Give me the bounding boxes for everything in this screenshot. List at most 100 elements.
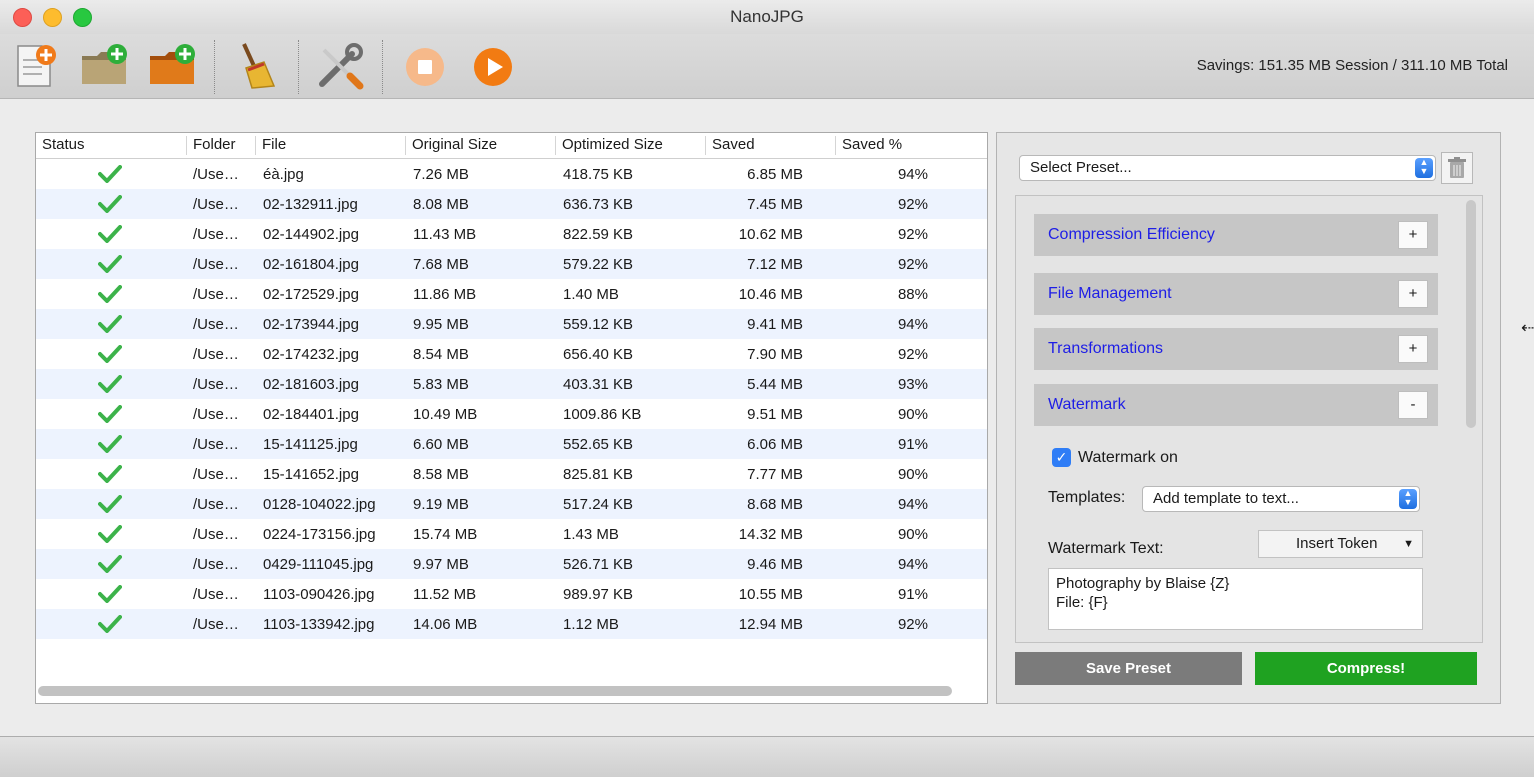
add-folder-button[interactable] bbox=[79, 40, 131, 92]
expand-button[interactable]: + bbox=[1398, 280, 1428, 308]
folder-cell: /Use… bbox=[193, 556, 239, 573]
saved-cell: 8.68 MB bbox=[747, 496, 803, 513]
table-row[interactable]: /Use… 0429-111045.jpg 9.97 MB 526.71 KB 9.46… bbox=[36, 549, 987, 579]
column-original-size[interactable]: Original Size bbox=[412, 136, 497, 153]
saved-cell: 7.12 MB bbox=[747, 256, 803, 273]
column-optimized-size[interactable]: Optimized Size bbox=[562, 136, 663, 153]
saved-percent-cell: 92% bbox=[897, 196, 928, 213]
minimize-window-button[interactable] bbox=[43, 8, 62, 27]
section-file-management[interactable]: File Management + bbox=[1034, 273, 1438, 315]
broom-icon bbox=[242, 43, 276, 89]
table-row[interactable]: /Use… 02-144902.jpg 11.43 MB 822.59 KB 10.62… bbox=[36, 219, 987, 249]
table-row[interactable]: /Use… 15-141652.jpg 8.58 MB 825.81 KB 7.77 M… bbox=[36, 459, 987, 489]
original-size-cell: 10.49 MB bbox=[413, 406, 478, 423]
table-row[interactable]: /Use… 02-181603.jpg 5.83 MB 403.31 KB 5.44 M… bbox=[36, 369, 987, 399]
file-cell: 02-174232.jpg bbox=[263, 346, 359, 363]
delete-preset-button[interactable] bbox=[1441, 152, 1473, 184]
column-saved[interactable]: Saved bbox=[712, 136, 755, 153]
table-row[interactable]: /Use… 02-173944.jpg 9.95 MB 559.12 KB 9.41 M… bbox=[36, 309, 987, 339]
horizontal-scrollbar[interactable] bbox=[38, 686, 952, 696]
select-arrows-icon: ▲ ▼ bbox=[1399, 489, 1417, 509]
table-row[interactable]: /Use… éà.jpg 7.26 MB 418.75 KB 6.85 MB 94% bbox=[36, 159, 987, 189]
watermark-text-area[interactable]: Photography by Blaise {Z} File: {F} bbox=[1048, 568, 1423, 630]
file-cell: 1103-090426.jpg bbox=[263, 586, 375, 603]
add-files-button[interactable] bbox=[12, 40, 64, 92]
table-row[interactable]: /Use… 02-132911.jpg 8.08 MB 636.73 KB 7.45 M… bbox=[36, 189, 987, 219]
table-row[interactable]: /Use… 02-184401.jpg 10.49 MB 1009.86 KB 9.51… bbox=[36, 399, 987, 429]
file-cell: 02-184401.jpg bbox=[263, 406, 359, 423]
file-cell: 15-141125.jpg bbox=[263, 436, 358, 453]
column-folder[interactable]: Folder bbox=[193, 136, 236, 153]
close-window-button[interactable] bbox=[13, 8, 32, 27]
table-row[interactable]: /Use… 0224-173156.jpg 15.74 MB 1.43 MB 14.32… bbox=[36, 519, 987, 549]
zoom-window-button[interactable] bbox=[73, 8, 92, 27]
file-table[interactable]: Status Folder File Original Size Optimiz… bbox=[35, 132, 988, 704]
file-cell: 1103-133942.jpg bbox=[263, 616, 375, 633]
section-title[interactable]: File Management bbox=[1048, 285, 1172, 303]
resize-cursor-icon: ⇠ bbox=[1521, 320, 1534, 337]
saved-cell: 10.55 MB bbox=[738, 586, 803, 603]
saved-cell: 9.41 MB bbox=[747, 316, 803, 333]
clear-list-button[interactable] bbox=[230, 40, 282, 92]
insert-token-button[interactable]: Insert Token ▼ bbox=[1258, 530, 1423, 558]
table-row[interactable]: /Use… 02-174232.jpg 8.54 MB 656.40 KB 7.90 M… bbox=[36, 339, 987, 369]
chevron-down-icon: ▼ bbox=[1403, 538, 1414, 550]
trash-icon bbox=[1448, 157, 1466, 178]
expand-button[interactable]: + bbox=[1398, 221, 1428, 249]
original-size-cell: 11.86 MB bbox=[413, 286, 477, 303]
templates-select-value: Add template to text... bbox=[1153, 490, 1299, 507]
settings-button[interactable] bbox=[314, 40, 366, 92]
add-folder-recursive-button[interactable] bbox=[147, 40, 199, 92]
preset-select[interactable]: Select Preset... ▲ ▼ bbox=[1019, 155, 1436, 181]
saved-percent-cell: 94% bbox=[897, 556, 928, 573]
optimized-size-cell: 403.31 KB bbox=[563, 376, 634, 393]
table-row[interactable]: /Use… 15-141125.jpg 6.60 MB 552.65 KB 6.06 M… bbox=[36, 429, 987, 459]
watermark-on-label[interactable]: Watermark on bbox=[1078, 449, 1178, 467]
saved-percent-cell: 92% bbox=[897, 226, 928, 243]
saved-percent-cell: 92% bbox=[897, 616, 928, 633]
folder-cell: /Use… bbox=[193, 406, 239, 423]
vertical-scrollbar[interactable] bbox=[1466, 200, 1476, 428]
start-button[interactable] bbox=[467, 40, 519, 92]
expand-button[interactable]: + bbox=[1398, 335, 1428, 363]
optimized-size-cell: 656.40 KB bbox=[563, 346, 634, 363]
section-compression-efficiency[interactable]: Compression Efficiency + bbox=[1034, 214, 1438, 256]
table-row[interactable]: /Use… 02-161804.jpg 7.68 MB 579.22 KB 7.12 M… bbox=[36, 249, 987, 279]
column-status[interactable]: Status bbox=[42, 136, 85, 153]
column-saved-percent[interactable]: Saved % bbox=[842, 136, 902, 153]
watermark-on-checkbox[interactable]: ✓ bbox=[1052, 448, 1071, 467]
add-folder-icon bbox=[82, 44, 127, 84]
toolbar: Savings: 151.35 MB Session / 311.10 MB T… bbox=[0, 34, 1534, 99]
column-file[interactable]: File bbox=[262, 136, 286, 153]
section-transformations[interactable]: Transformations + bbox=[1034, 328, 1438, 370]
section-title[interactable]: Compression Efficiency bbox=[1048, 226, 1215, 244]
section-title[interactable]: Watermark bbox=[1048, 396, 1126, 414]
check-icon bbox=[98, 555, 122, 573]
optimized-size-cell: 517.24 KB bbox=[563, 496, 634, 513]
title-bar: NanoJPG bbox=[0, 0, 1534, 34]
table-row[interactable]: /Use… 1103-133942.jpg 14.06 MB 1.12 MB 12.94… bbox=[36, 609, 987, 639]
section-watermark[interactable]: Watermark - bbox=[1034, 384, 1438, 426]
table-header: Status Folder File Original Size Optimiz… bbox=[36, 133, 987, 159]
check-icon bbox=[98, 195, 122, 213]
save-preset-button[interactable]: Save Preset bbox=[1015, 652, 1242, 685]
table-body: /Use… éà.jpg 7.26 MB 418.75 KB 6.85 MB 94%/Us… bbox=[36, 159, 987, 639]
table-row[interactable]: /Use… 1103-090426.jpg 11.52 MB 989.97 KB 10.… bbox=[36, 579, 987, 609]
templates-select[interactable]: Add template to text... ▲ ▼ bbox=[1142, 486, 1420, 512]
check-icon bbox=[98, 165, 122, 183]
original-size-cell: 6.60 MB bbox=[413, 436, 469, 453]
saved-percent-cell: 91% bbox=[897, 586, 928, 603]
settings-scroll-area[interactable]: Compression Efficiency + File Management… bbox=[1015, 195, 1483, 643]
section-title[interactable]: Transformations bbox=[1048, 340, 1163, 358]
collapse-button[interactable]: - bbox=[1398, 391, 1428, 419]
saved-percent-cell: 94% bbox=[897, 496, 928, 513]
stop-button[interactable] bbox=[399, 40, 451, 92]
add-folder-orange-icon bbox=[150, 44, 195, 84]
compress-button[interactable]: Compress! bbox=[1255, 652, 1477, 685]
table-row[interactable]: /Use… 0128-104022.jpg 9.19 MB 517.24 KB 8.68… bbox=[36, 489, 987, 519]
saved-cell: 10.46 MB bbox=[738, 286, 803, 303]
settings-panel: Select Preset... ▲ ▼ Compression Efficien… bbox=[996, 132, 1501, 704]
optimized-size-cell: 579.22 KB bbox=[563, 256, 634, 273]
saved-cell: 6.85 MB bbox=[747, 166, 803, 183]
table-row[interactable]: /Use… 02-172529.jpg 11.86 MB 1.40 MB 10.46 M… bbox=[36, 279, 987, 309]
